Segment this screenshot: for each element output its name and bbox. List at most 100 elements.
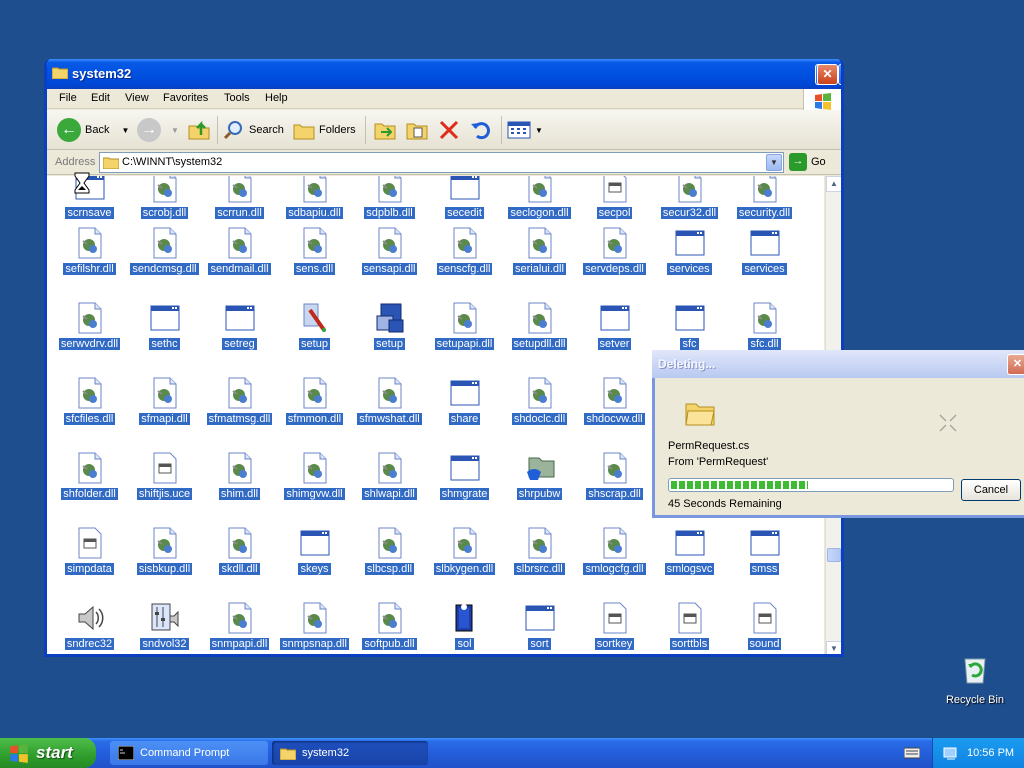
file-item[interactable]: sort — [502, 602, 577, 654]
file-name: smlogsvc — [664, 563, 715, 575]
cancel-button[interactable]: Cancel — [961, 479, 1021, 501]
file-item[interactable]: shimgvw.dll — [277, 452, 352, 527]
file-icon — [300, 227, 330, 259]
dialog-title-bar[interactable]: Deleting... ✕ — [652, 350, 1024, 378]
undo-button[interactable] — [469, 116, 493, 144]
keyboard-icon[interactable] — [904, 746, 920, 760]
file-item[interactable]: sfcfiles.dll — [52, 377, 127, 452]
recycle-bin[interactable]: Recycle Bin — [940, 655, 1010, 710]
file-item[interactable]: sens.dll — [277, 227, 352, 302]
file-name: seclogon.dll — [508, 207, 571, 219]
clock[interactable]: 10:56 PM — [967, 747, 1014, 759]
file-item[interactable]: sethc — [127, 302, 202, 377]
file-item[interactable]: setup — [352, 302, 427, 377]
scroll-thumb[interactable] — [827, 548, 841, 562]
menu-help[interactable]: Help — [265, 92, 288, 104]
file-item[interactable]: sendcmsg.dll — [127, 227, 202, 302]
file-item[interactable]: sfmmon.dll — [277, 377, 352, 452]
title-bar[interactable]: system32 _ □ — [47, 59, 841, 89]
file-item[interactable]: services — [727, 227, 802, 302]
copy-to-button[interactable] — [405, 116, 429, 144]
file-item[interactable]: simpdata — [52, 527, 127, 602]
forward-button[interactable]: → ▼ — [137, 116, 179, 144]
move-to-button[interactable] — [373, 116, 397, 144]
file-item[interactable]: sndvol32 — [127, 602, 202, 654]
go-button[interactable]: → Go — [789, 153, 826, 171]
file-item[interactable]: sefilshr.dll — [52, 227, 127, 302]
file-name: secur32.dll — [660, 207, 719, 219]
file-item[interactable]: smlogsvc — [652, 527, 727, 602]
file-item[interactable]: sfmatmsg.dll — [202, 377, 277, 452]
file-item[interactable]: slbkygen.dll — [427, 527, 502, 602]
back-dropdown-icon[interactable]: ▼ — [121, 126, 129, 135]
file-item[interactable]: setup — [277, 302, 352, 377]
close-button[interactable]: ✕ — [817, 64, 838, 85]
file-item[interactable]: shdoclc.dll — [502, 377, 577, 452]
forward-dropdown-icon[interactable]: ▼ — [171, 126, 179, 135]
file-item[interactable]: shdocvw.dll — [577, 377, 652, 452]
file-item[interactable]: skeys — [277, 527, 352, 602]
file-item[interactable]: sfmwshat.dll — [352, 377, 427, 452]
file-item[interactable]: sisbkup.dll — [127, 527, 202, 602]
file-item[interactable]: shfolder.dll — [52, 452, 127, 527]
file-item[interactable]: shim.dll — [202, 452, 277, 527]
file-item[interactable]: smlogcfg.dll — [577, 527, 652, 602]
file-item[interactable]: servdeps.dll — [577, 227, 652, 302]
file-item[interactable]: shrpubw — [502, 452, 577, 527]
file-item[interactable]: sol — [427, 602, 502, 654]
file-item[interactable]: sound — [727, 602, 802, 654]
menu-tools[interactable]: Tools — [224, 92, 250, 104]
file-item[interactable]: services — [652, 227, 727, 302]
file-item[interactable]: sndrec32 — [52, 602, 127, 654]
maximize-button[interactable]: □ — [838, 64, 841, 85]
file-item[interactable]: slbcsp.dll — [352, 527, 427, 602]
search-button[interactable]: Search — [223, 116, 284, 144]
network-icon[interactable] — [943, 745, 959, 761]
menu-favorites[interactable]: Favorites — [163, 92, 208, 104]
file-item[interactable]: shmgrate — [427, 452, 502, 527]
file-item[interactable]: softpub.dll — [352, 602, 427, 654]
menu-file[interactable]: File — [59, 92, 77, 104]
file-name: softpub.dll — [362, 638, 417, 650]
file-item[interactable]: sendmail.dll — [202, 227, 277, 302]
file-item[interactable]: setupapi.dll — [427, 302, 502, 377]
file-item[interactable]: sensapi.dll — [352, 227, 427, 302]
recycle-bin-icon — [964, 658, 986, 684]
views-button[interactable]: ▼ — [507, 116, 543, 144]
file-item[interactable]: setupdll.dll — [502, 302, 577, 377]
file-item[interactable]: snmpsnap.dll — [277, 602, 352, 654]
file-item[interactable]: sfmapi.dll — [127, 377, 202, 452]
file-item[interactable]: smss — [727, 527, 802, 602]
address-dropdown-icon[interactable]: ▼ — [766, 154, 782, 171]
file-item[interactable]: snmpapi.dll — [202, 602, 277, 654]
file-item[interactable]: senscfg.dll — [427, 227, 502, 302]
start-button[interactable]: start — [0, 738, 96, 768]
file-item[interactable]: serwvdrv.dll — [52, 302, 127, 377]
file-item[interactable]: share — [427, 377, 502, 452]
delete-button[interactable] — [437, 116, 461, 144]
scroll-down-icon[interactable]: ▼ — [826, 641, 841, 654]
address-input[interactable]: C:\WINNT\system32 ▼ — [99, 152, 784, 173]
up-folder-button[interactable] — [187, 116, 211, 144]
folders-button[interactable]: Folders — [293, 116, 356, 144]
taskbar-item-system32[interactable]: system32 — [272, 741, 428, 765]
file-item[interactable]: serialui.dll — [502, 227, 577, 302]
back-button[interactable]: ← Back ▼ — [57, 116, 129, 144]
file-item[interactable]: skdll.dll — [202, 527, 277, 602]
file-item[interactable]: slbrsrc.dll — [502, 527, 577, 602]
file-icon — [150, 527, 180, 559]
taskbar-item-command-prompt[interactable]: Command Prompt — [110, 741, 268, 765]
dialog-close-button[interactable]: ✕ — [1007, 354, 1024, 375]
file-item[interactable]: setreg — [202, 302, 277, 377]
file-item[interactable]: sorttbls — [652, 602, 727, 654]
scroll-up-icon[interactable]: ▲ — [826, 176, 841, 192]
file-icon — [225, 302, 255, 334]
file-item[interactable]: shscrap.dll — [577, 452, 652, 527]
file-item[interactable]: shiftjis.uce — [127, 452, 202, 527]
menu-view[interactable]: View — [125, 92, 149, 104]
file-item[interactable]: shlwapi.dll — [352, 452, 427, 527]
file-item[interactable]: setver — [577, 302, 652, 377]
file-item[interactable]: sortkey — [577, 602, 652, 654]
file-name: sortkey — [594, 638, 635, 650]
menu-edit[interactable]: Edit — [91, 92, 110, 104]
